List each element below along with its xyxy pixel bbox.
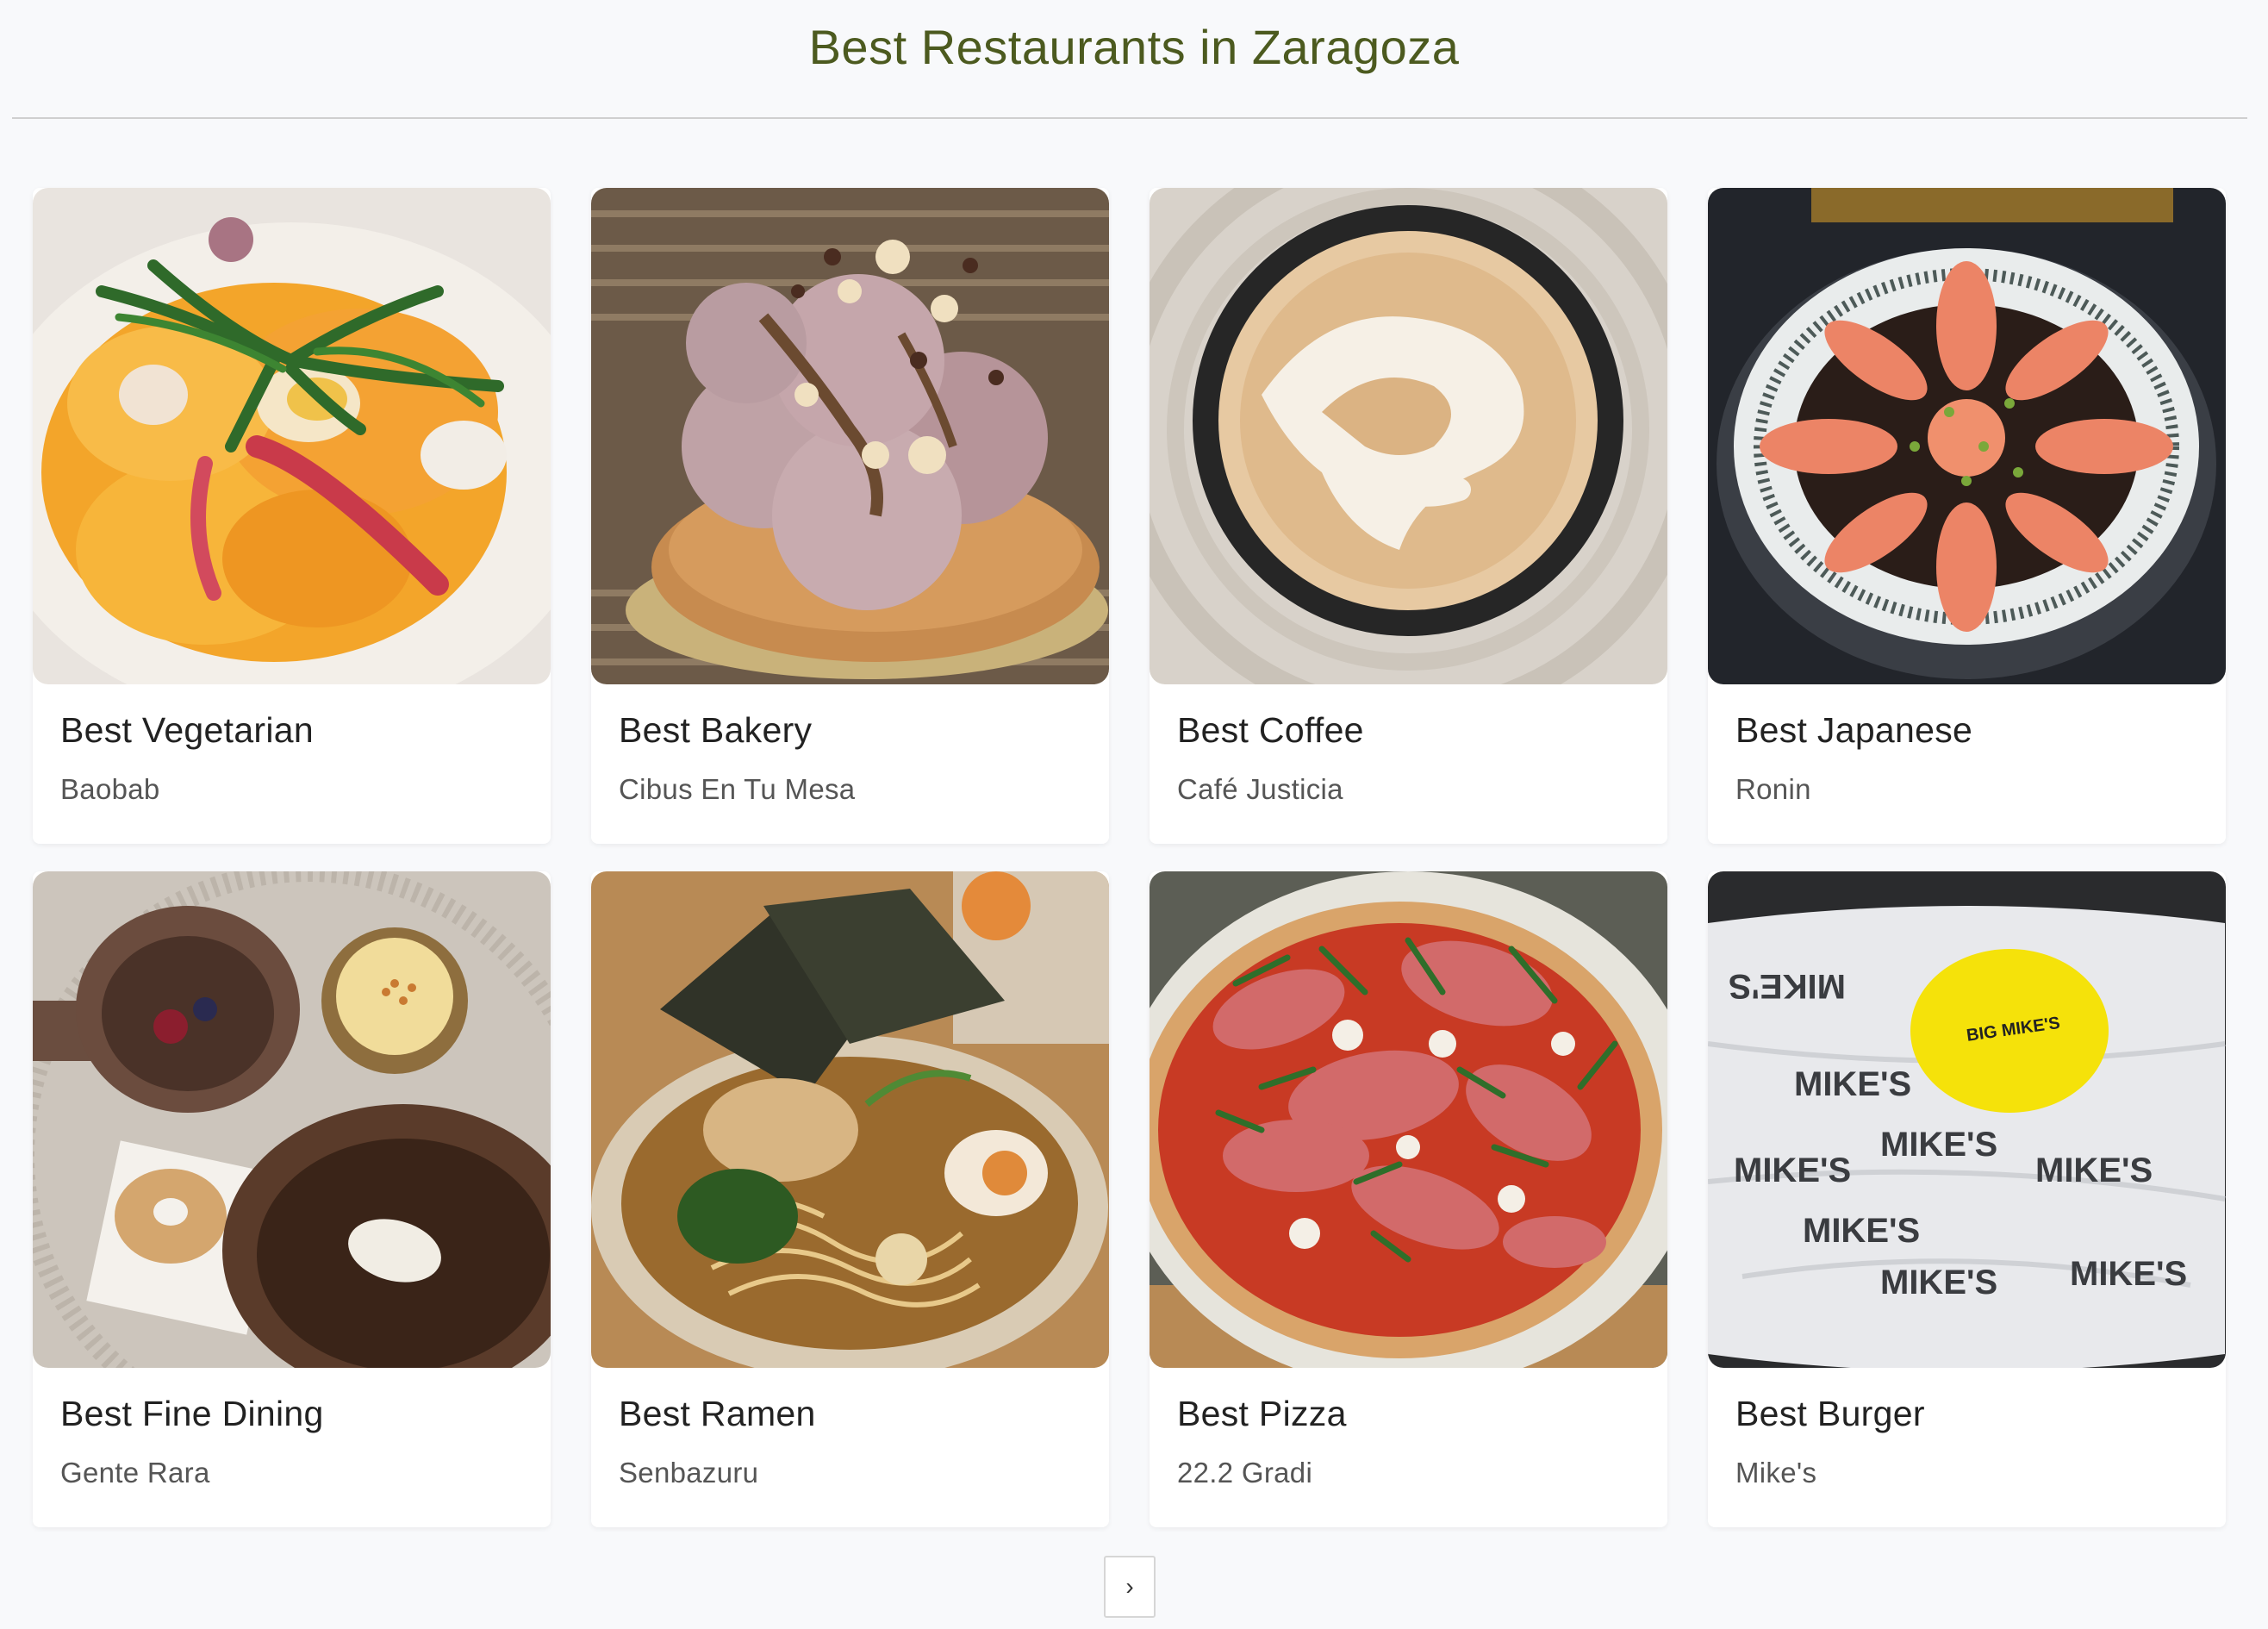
- prosciutto-pizza-photo: [1150, 871, 1667, 1368]
- card-title: Best Burger: [1735, 1394, 1925, 1433]
- vegetarian-dish-photo: [33, 188, 551, 684]
- restaurant-name: 22.2 Gradi: [1177, 1457, 1313, 1489]
- wrap-print-text: MIKE'S: [1880, 1126, 1997, 1164]
- wrap-print-text: MIKE'S: [1803, 1212, 1920, 1250]
- restaurant-name: Mike's: [1735, 1457, 1817, 1489]
- restaurant-card[interactable]: Best Ramen Senbazuru: [591, 871, 1109, 1527]
- restaurant-name: Café Justicia: [1177, 773, 1343, 805]
- card-body: Best Japanese Ronin: [1708, 684, 2226, 806]
- card-title: Best Japanese: [1735, 710, 1973, 750]
- wrap-print-text: MIKE'S: [1734, 1152, 1851, 1189]
- restaurant-card[interactable]: Best Pizza 22.2 Gradi: [1150, 871, 1667, 1527]
- card-title: Best Bakery: [619, 710, 813, 750]
- wrap-print-text: MIKE'S: [2070, 1255, 2187, 1293]
- page: Best Restaurants in Zaragoza Best Vegeta…: [0, 0, 2268, 1629]
- title-divider: [12, 117, 2247, 119]
- restaurant-card[interactable]: Best Coffee Café Justicia: [1150, 188, 1667, 844]
- restaurant-name: Cibus En Tu Mesa: [619, 773, 856, 805]
- card-body: Best Burger Mike's: [1708, 1368, 2226, 1489]
- restaurant-name: Gente Rara: [60, 1457, 210, 1489]
- card-body: Best Fine Dining Gente Rara: [33, 1368, 551, 1489]
- burger-wrap-photo: MIKE'S MIKE'S MIKE'S MIKE'S MIKE'S MIKE'…: [1708, 871, 2226, 1368]
- card-title: Best Fine Dining: [60, 1394, 324, 1433]
- card-body: Best Bakery Cibus En Tu Mesa: [591, 684, 1109, 806]
- wrap-print-text: MIKE'S: [1880, 1264, 1997, 1301]
- wrap-print-text: MIKE'S: [1729, 967, 1846, 1005]
- restaurant-name: Baobab: [60, 773, 160, 805]
- next-page-button[interactable]: ›: [1104, 1556, 1156, 1618]
- restaurant-card[interactable]: Best Fine Dining Gente Rara: [33, 871, 551, 1527]
- page-title: Best Restaurants in Zaragoza: [808, 20, 1460, 74]
- restaurant-card[interactable]: Best Japanese Ronin: [1708, 188, 2226, 844]
- restaurant-card[interactable]: Best Bakery Cibus En Tu Mesa: [591, 188, 1109, 844]
- restaurant-name: Senbazuru: [619, 1457, 759, 1489]
- pastry-tart-photo: [591, 188, 1109, 684]
- restaurant-name: Ronin: [1735, 773, 1811, 805]
- restaurant-card[interactable]: Best Vegetarian Baobab: [33, 188, 551, 844]
- card-title: Best Vegetarian: [60, 710, 314, 750]
- ramen-bowl-photo: [591, 871, 1109, 1368]
- restaurant-grid: Best Vegetarian Baobab Best Bakery Cibus…: [33, 188, 2226, 1527]
- salmon-plate-photo: [1708, 188, 2226, 684]
- card-title: Best Pizza: [1177, 1394, 1347, 1433]
- latte-art-photo: [1150, 188, 1667, 684]
- card-body: Best Coffee Café Justicia: [1150, 684, 1667, 806]
- card-body: Best Vegetarian Baobab: [33, 684, 551, 806]
- chevron-right-icon: ›: [1125, 1573, 1134, 1600]
- card-title: Best Coffee: [1177, 710, 1364, 750]
- card-body: Best Pizza 22.2 Gradi: [1150, 1368, 1667, 1489]
- tasting-menu-photo: [33, 871, 551, 1368]
- wrap-print-text: MIKE'S: [2035, 1152, 2153, 1189]
- card-title: Best Ramen: [619, 1394, 816, 1433]
- wrap-print-text: MIKE'S: [1794, 1065, 1911, 1103]
- restaurant-card[interactable]: MIKE'S MIKE'S MIKE'S MIKE'S MIKE'S MIKE'…: [1708, 871, 2226, 1527]
- card-body: Best Ramen Senbazuru: [591, 1368, 1109, 1489]
